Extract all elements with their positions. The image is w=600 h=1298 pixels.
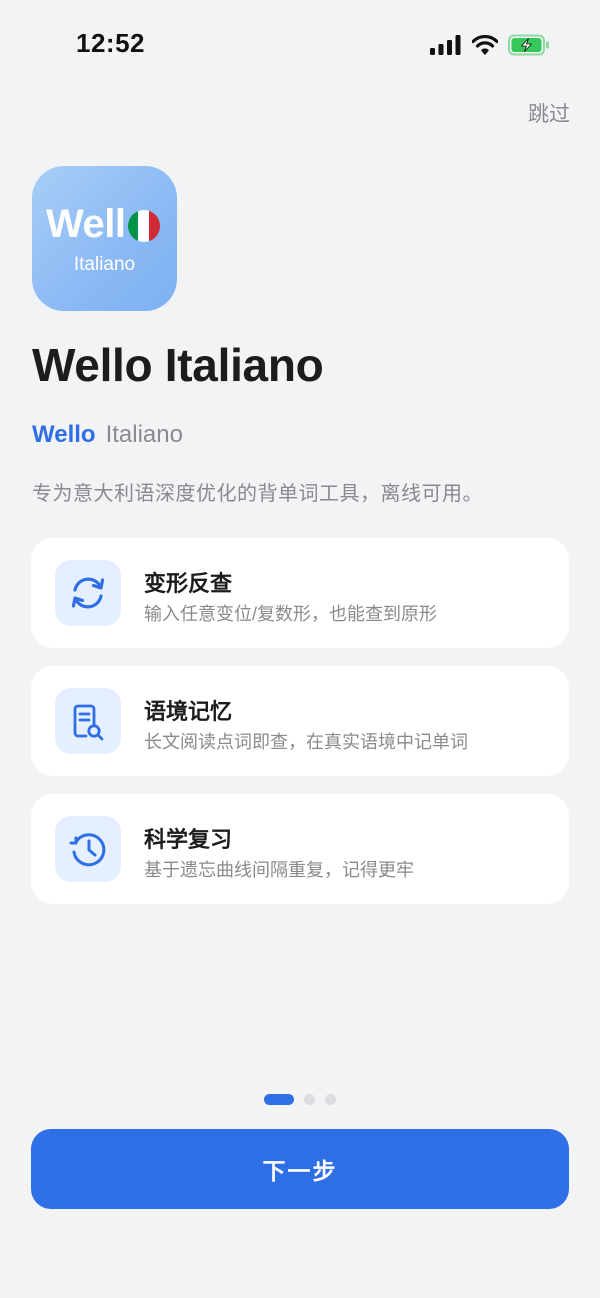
page-dot bbox=[325, 1093, 336, 1105]
app-icon-word: Well bbox=[46, 202, 126, 246]
status-time: 12:52 bbox=[76, 28, 145, 58]
tagline: 专为意大利语深度优化的背单词工具，离线可用。 bbox=[32, 483, 483, 505]
status-icons bbox=[430, 32, 550, 58]
subtitle-brand: Wello bbox=[32, 421, 96, 448]
feature-desc: 长文阅读点词即查，在真实语境中记单词 bbox=[144, 732, 468, 752]
feature-card: 变形反查 输入任意变位/复数形，也能查到原形 bbox=[31, 538, 569, 648]
signal-icon bbox=[430, 35, 461, 55]
refresh-icon bbox=[55, 560, 121, 626]
battery-charging-icon bbox=[508, 34, 549, 56]
feature-card: 语境记忆 长文阅读点词即查，在真实语境中记单词 bbox=[31, 666, 569, 776]
app-icon: Well Italiano bbox=[32, 166, 177, 311]
italian-flag-icon bbox=[127, 209, 160, 242]
document-search-icon bbox=[55, 688, 121, 754]
page-title: Wello Italiano bbox=[32, 339, 324, 391]
feature-title: 语境记忆 bbox=[144, 699, 233, 724]
app-icon-wordmark: Well bbox=[46, 202, 160, 247]
feature-card: 科学复习 基于遗忘曲线间隔重复，记得更牢 bbox=[31, 794, 569, 904]
feature-list: 变形反查 输入任意变位/复数形，也能查到原形 语境记忆 长文阅读点词即查，在真实… bbox=[31, 538, 569, 922]
history-clock-icon bbox=[55, 816, 121, 882]
feature-desc: 基于遗忘曲线间隔重复，记得更牢 bbox=[144, 860, 414, 880]
subtitle: Wello Italiano bbox=[32, 421, 183, 449]
skip-button[interactable]: 跳过 bbox=[528, 98, 570, 128]
wifi-icon bbox=[472, 35, 498, 55]
feature-desc: 输入任意变位/复数形，也能查到原形 bbox=[144, 604, 437, 624]
next-button[interactable]: 下一步 bbox=[31, 1129, 569, 1209]
page-dot bbox=[304, 1093, 315, 1105]
page-dot-active bbox=[264, 1093, 294, 1105]
page-indicator bbox=[264, 1093, 336, 1105]
subtitle-language: Italiano bbox=[105, 421, 183, 448]
status-bar: 12:52 bbox=[0, 0, 600, 90]
app-icon-subtitle: Italiano bbox=[73, 254, 136, 275]
feature-title: 变形反查 bbox=[144, 571, 233, 596]
feature-title: 科学复习 bbox=[144, 827, 233, 852]
